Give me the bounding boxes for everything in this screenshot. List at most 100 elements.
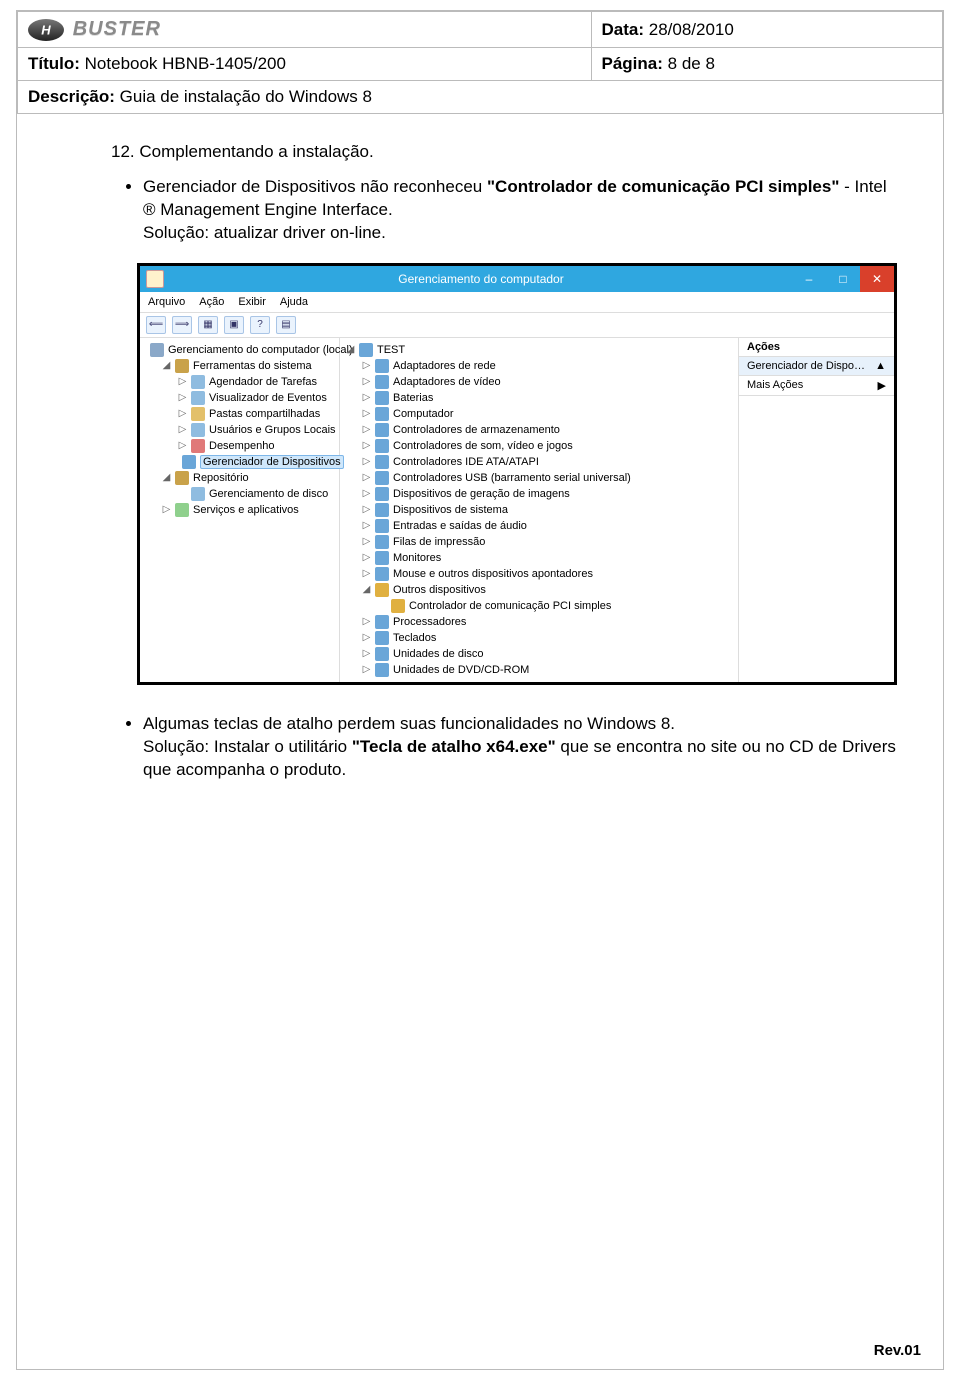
expand-icon[interactable]: ▷ (178, 376, 187, 387)
tree-item[interactable]: ▷Agendador de Tarefas (142, 374, 337, 390)
menu-item[interactable]: Ação (199, 296, 224, 308)
expand-icon[interactable]: ▷ (162, 504, 171, 515)
tree-item[interactable]: ◢ Ferramentas do sistema (142, 358, 337, 374)
actions-more[interactable]: Mais Ações ▶ (739, 376, 894, 396)
tree-item[interactable]: ▷Desempenho (142, 438, 337, 454)
menu-item[interactable]: Ajuda (280, 296, 308, 308)
tree-item[interactable]: ▷Adaptadores de rede (342, 358, 736, 374)
tree-item[interactable]: ▷Processadores (342, 614, 736, 630)
tree-node-icon (191, 375, 205, 389)
expand-icon[interactable]: ▷ (362, 408, 371, 419)
expand-icon[interactable]: ▷ (362, 536, 371, 547)
tree-item[interactable]: ▷Serviços e aplicativos (142, 502, 337, 518)
tree-node-label: Controladores IDE ATA/ATAPI (393, 456, 539, 468)
tree-item[interactable]: Controlador de comunicação PCI simples (342, 598, 736, 614)
collapse-icon[interactable]: ▲ (875, 360, 886, 372)
expand-icon[interactable]: ▷ (178, 424, 187, 435)
bullet-list-2: Algumas teclas de atalho perdem suas fun… (77, 713, 903, 782)
expand-icon[interactable]: ▷ (362, 472, 371, 483)
expand-icon[interactable]: ◢ (346, 344, 355, 355)
tree-item[interactable]: ▷Usuários e Grupos Locais (142, 422, 337, 438)
tree-item[interactable]: ▷ Computador (342, 406, 736, 422)
tree-item[interactable]: ▷Unidades de DVD/CD-ROM (342, 662, 736, 678)
data-value: 28/08/2010 (649, 20, 734, 39)
tree-item[interactable]: ▷ Monitores (342, 550, 736, 566)
toolbar-icon[interactable]: ▣ (224, 316, 244, 334)
minimize-button[interactable]: – (792, 266, 826, 292)
expand-icon[interactable]: ▷ (362, 488, 371, 499)
tree-item[interactable]: ◢Repositório (142, 470, 337, 486)
tree-item[interactable]: ▷Entradas e saídas de áudio (342, 518, 736, 534)
expand-icon[interactable]: ▷ (362, 392, 371, 403)
tree-node-label: Gerenciamento de disco (209, 488, 328, 500)
tree-item[interactable]: ▷Baterias (342, 390, 736, 406)
left-tree-pane[interactable]: Gerenciamento do computador (local) ◢ Ferr… (140, 338, 340, 682)
expand-icon[interactable]: ▷ (362, 376, 371, 387)
forward-icon[interactable]: ⟹ (172, 316, 192, 334)
tree-item[interactable]: ▷Controladores de som, vídeo e jogos (342, 438, 736, 454)
tree-node-icon (182, 455, 196, 469)
tree-item[interactable]: ▷ Adaptadores de vídeo (342, 374, 736, 390)
tree-node-label: TEST (377, 344, 405, 356)
tree-node-icon (375, 647, 389, 661)
tree-node-label: Ferramentas do sistema (193, 360, 312, 372)
tree-node-label: Controladores de armazenamento (393, 424, 560, 436)
expand-icon[interactable]: ◢ (162, 360, 171, 371)
expand-icon[interactable]: ▷ (362, 424, 371, 435)
expand-icon[interactable]: ▷ (362, 552, 371, 563)
bullet-1: Gerenciador de Dispositivos não reconhec… (143, 176, 903, 245)
expand-icon[interactable]: ◢ (362, 584, 371, 595)
tree-item[interactable]: ◢ TEST (342, 342, 736, 358)
back-icon[interactable]: ⟸ (146, 316, 166, 334)
toolbar-icon[interactable]: ▤ (276, 316, 296, 334)
titlebar[interactable]: Gerenciamento do computador – □ ✕ (140, 266, 894, 292)
maximize-button[interactable]: □ (826, 266, 860, 292)
expand-icon[interactable]: ▷ (362, 632, 371, 643)
device-tree-pane[interactable]: ◢TEST▷Adaptadores de rede▷Adaptadores de… (340, 338, 739, 682)
expand-icon[interactable]: ▷ (362, 520, 371, 531)
tree-item[interactable]: ▷ Filas de impressão (342, 534, 736, 550)
expand-icon[interactable]: ▷ (178, 440, 187, 451)
expand-icon[interactable]: ▷ (178, 408, 187, 419)
menu-item[interactable]: Exibir (238, 296, 266, 308)
toolbar: ⟸ ⟹ ▦ ▣ ? ▤ (140, 313, 894, 338)
tree-item[interactable]: ▷Pastas compartilhadas (142, 406, 337, 422)
expand-icon[interactable]: ▷ (362, 648, 371, 659)
tree-item[interactable]: Gerenciamento do computador (local) (142, 342, 337, 358)
tree-item[interactable]: Gerenciador de Dispositivos (142, 454, 337, 470)
tree-item[interactable]: ▷Dispositivos de sistema (342, 502, 736, 518)
expand-icon[interactable]: ▷ (362, 360, 371, 371)
tree-item[interactable]: ▷Dispositivos de geração de imagens (342, 486, 736, 502)
tree-item[interactable]: ▷ Controladores de armazenamento (342, 422, 736, 438)
tree-item[interactable]: ▷Unidades de disco (342, 646, 736, 662)
tree-item[interactable]: ▷ Controladores IDE ATA/ATAPI (342, 454, 736, 470)
expand-icon[interactable]: ▷ (362, 568, 371, 579)
close-button[interactable]: ✕ (860, 266, 894, 292)
bullet-2: Algumas teclas de atalho perdem suas fun… (143, 713, 903, 782)
actions-panel-title[interactable]: Gerenciador de Dispo… ▲ (739, 357, 894, 376)
tree-node-label: Controlador de comunicação PCI simples (409, 600, 611, 612)
expand-icon[interactable]: ▷ (178, 392, 187, 403)
tree-node-label: Computador (393, 408, 454, 420)
tree-item[interactable]: ▷Teclados (342, 630, 736, 646)
tree-item[interactable]: ▷Controladores USB (barramento serial un… (342, 470, 736, 486)
tree-item[interactable]: ▷Visualizador de Eventos (142, 390, 337, 406)
tree-item[interactable]: ◢Outros dispositivos (342, 582, 736, 598)
tree-item[interactable]: Gerenciamento de disco (142, 486, 337, 502)
expand-icon[interactable]: ◢ (162, 472, 171, 483)
expand-icon[interactable]: ▷ (362, 616, 371, 627)
toolbar-icon[interactable]: ▦ (198, 316, 218, 334)
expand-icon[interactable]: ▷ (362, 440, 371, 451)
pagina-value: 8 de 8 (668, 54, 715, 73)
tree-item[interactable]: ▷Mouse e outros dispositivos apontadores (342, 566, 736, 582)
tree-node-icon (375, 615, 389, 629)
tree-node-label: Monitores (393, 552, 441, 564)
tree-node-label: Adaptadores de vídeo (393, 376, 501, 388)
logo-cell: BUSTER (18, 12, 592, 48)
expand-icon[interactable]: ▷ (362, 504, 371, 515)
expand-icon[interactable]: ▷ (362, 664, 371, 675)
menu-item[interactable]: Arquivo (148, 296, 185, 308)
tree-node-label: Filas de impressão (393, 536, 485, 548)
help-icon[interactable]: ? (250, 316, 270, 334)
expand-icon[interactable]: ▷ (362, 456, 371, 467)
